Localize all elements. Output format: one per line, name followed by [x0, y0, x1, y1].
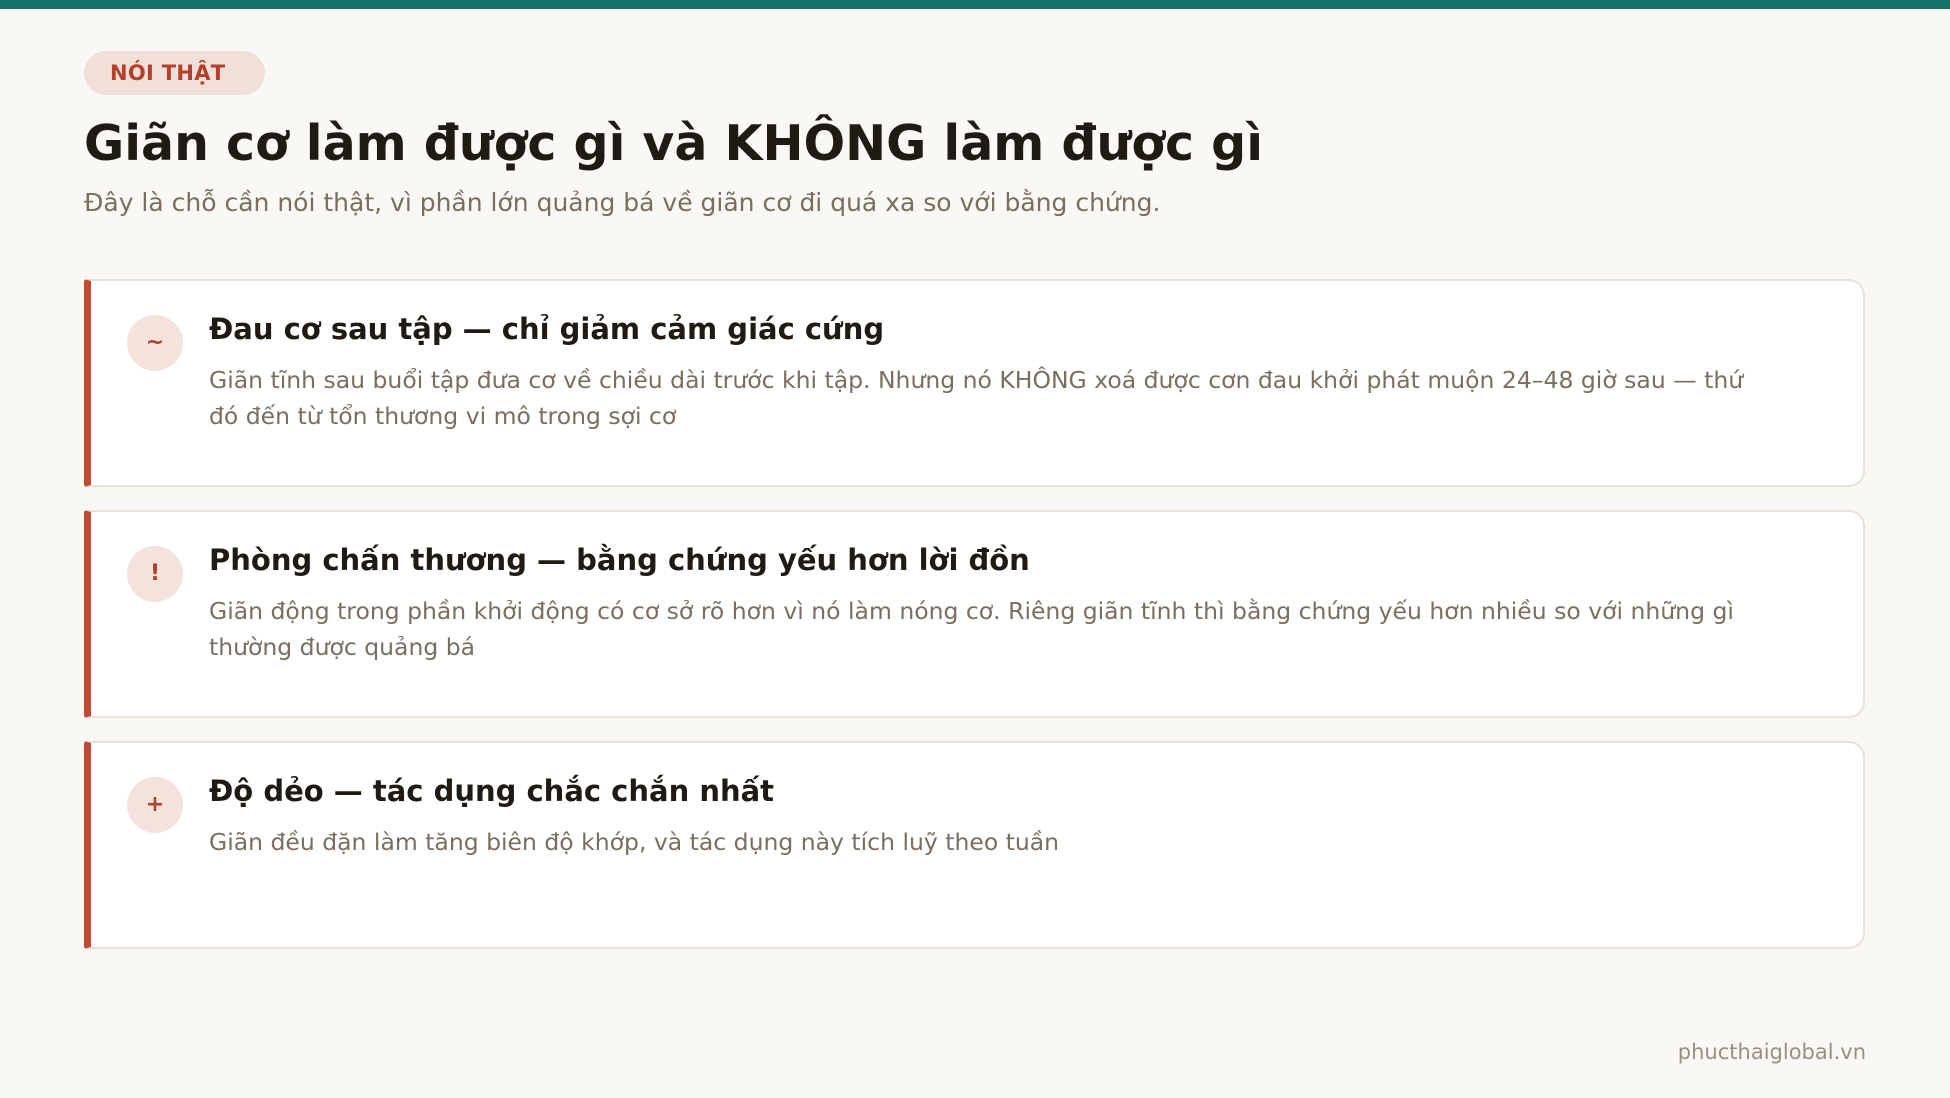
- card-text: Giãn tĩnh sau buổi tập đưa cơ về chiều d…: [209, 366, 1744, 430]
- plus-icon: +: [127, 777, 183, 833]
- info-card-flexibility: + Độ dẻo — tác dụng chắc chắn nhất Giãn …: [84, 741, 1865, 949]
- footer-website: phucthaiglobal.vn: [1677, 1040, 1866, 1064]
- wave-icon: ~: [127, 315, 183, 371]
- section-badge: NÓI THẬT: [84, 51, 266, 95]
- exclamation-icon: !: [127, 546, 183, 602]
- card-text: Giãn đều đặn làm tăng biên độ khớp, và t…: [209, 828, 1060, 856]
- top-accent-bar: [0, 0, 1950, 9]
- page-title: Giãn cơ làm được gì và KHÔNG làm được gì: [84, 115, 1263, 172]
- info-card-injury: ! Phòng chấn thương — bằng chứng yếu hơn…: [84, 510, 1865, 718]
- page-subtitle: Đây là chỗ cần nói thật, vì phần lớn quả…: [84, 188, 1161, 217]
- card-title: Đau cơ sau tập — chỉ giảm cảm giác cứng: [209, 312, 885, 346]
- card-text: Giãn động trong phần khởi động có cơ sở …: [209, 597, 1734, 661]
- card-title: Phòng chấn thương — bằng chứng yếu hơn l…: [209, 543, 1030, 577]
- card-title: Độ dẻo — tác dụng chắc chắn nhất: [209, 774, 775, 808]
- info-card-soreness: ~ Đau cơ sau tập — chỉ giảm cảm giác cứn…: [84, 279, 1865, 487]
